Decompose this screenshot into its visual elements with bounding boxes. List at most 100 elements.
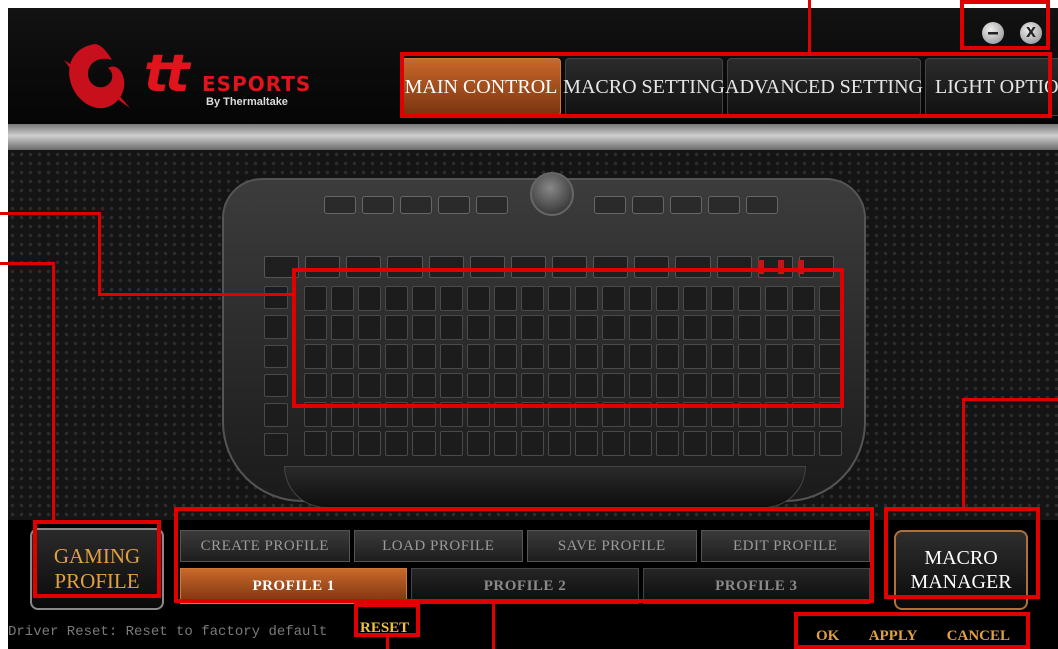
key[interactable]: [818, 373, 842, 398]
key[interactable]: [331, 402, 355, 427]
key[interactable]: [818, 286, 842, 311]
macro-key[interactable]: [400, 196, 432, 214]
key[interactable]: [547, 373, 571, 398]
key[interactable]: [510, 256, 546, 278]
key[interactable]: [764, 286, 788, 311]
key[interactable]: [304, 315, 328, 340]
key[interactable]: [629, 344, 653, 369]
key[interactable]: [683, 286, 707, 311]
key[interactable]: [358, 373, 382, 398]
key[interactable]: [412, 315, 436, 340]
key[interactable]: [737, 373, 761, 398]
key[interactable]: [412, 344, 436, 369]
key[interactable]: [520, 373, 544, 398]
media-key[interactable]: [594, 196, 626, 214]
key[interactable]: [656, 431, 680, 456]
key[interactable]: [304, 286, 328, 311]
key[interactable]: [358, 402, 382, 427]
key[interactable]: [764, 344, 788, 369]
key[interactable]: [710, 315, 734, 340]
tab-profile-3[interactable]: PROFILE 3: [642, 568, 870, 604]
key[interactable]: [331, 373, 355, 398]
key[interactable]: [629, 402, 653, 427]
key[interactable]: [675, 256, 711, 278]
key[interactable]: [629, 315, 653, 340]
key[interactable]: [304, 431, 328, 456]
key[interactable]: [683, 344, 707, 369]
ok-button[interactable]: OK: [804, 628, 851, 648]
key[interactable]: [493, 315, 517, 340]
key[interactable]: [520, 286, 544, 311]
macro-manager-button[interactable]: MACRO MANAGER: [894, 530, 1028, 610]
key[interactable]: [412, 286, 436, 311]
key[interactable]: [358, 431, 382, 456]
key[interactable]: [737, 402, 761, 427]
key[interactable]: [547, 286, 571, 311]
edit-profile-button[interactable]: EDIT PROFILE: [700, 530, 870, 562]
close-button[interactable]: X: [1020, 22, 1042, 44]
tab-main-control[interactable]: MAIN CONTROL: [401, 58, 561, 116]
key[interactable]: [602, 344, 626, 369]
key[interactable]: [764, 373, 788, 398]
key[interactable]: [716, 256, 752, 278]
tab-light-option[interactable]: LIGHT OPTION: [925, 58, 1058, 116]
key[interactable]: [358, 286, 382, 311]
key[interactable]: [791, 286, 815, 311]
key[interactable]: [439, 344, 463, 369]
key[interactable]: [656, 402, 680, 427]
key[interactable]: [551, 256, 588, 278]
key[interactable]: [764, 315, 788, 340]
key[interactable]: [466, 344, 490, 369]
tab-macro-setting[interactable]: MACRO SETTING: [563, 58, 725, 116]
key[interactable]: [683, 315, 707, 340]
key[interactable]: [412, 402, 436, 427]
key[interactable]: [602, 315, 626, 340]
create-profile-button[interactable]: CREATE PROFILE: [180, 530, 350, 562]
key[interactable]: [656, 315, 680, 340]
key[interactable]: [629, 373, 653, 398]
key[interactable]: [331, 431, 355, 456]
key[interactable]: [791, 402, 815, 427]
key[interactable]: [602, 402, 626, 427]
key[interactable]: [602, 431, 626, 456]
key[interactable]: [493, 373, 517, 398]
key[interactable]: [791, 344, 815, 369]
key[interactable]: [412, 373, 436, 398]
key[interactable]: [710, 286, 734, 311]
key[interactable]: [547, 315, 571, 340]
key[interactable]: [466, 402, 490, 427]
key[interactable]: [264, 403, 288, 427]
key[interactable]: [304, 344, 328, 369]
key[interactable]: [818, 315, 842, 340]
key[interactable]: [385, 431, 409, 456]
key[interactable]: [439, 402, 463, 427]
key[interactable]: [791, 431, 815, 456]
media-key[interactable]: [746, 196, 778, 214]
key[interactable]: [264, 256, 300, 278]
key[interactable]: [656, 286, 680, 311]
key[interactable]: [264, 344, 288, 368]
key[interactable]: [602, 373, 626, 398]
key[interactable]: [575, 373, 599, 398]
key[interactable]: [683, 402, 707, 427]
key[interactable]: [493, 431, 517, 456]
key[interactable]: [764, 402, 788, 427]
key[interactable]: [710, 344, 734, 369]
key[interactable]: [466, 373, 490, 398]
macro-key[interactable]: [362, 196, 394, 214]
key[interactable]: [520, 344, 544, 369]
key[interactable]: [439, 286, 463, 311]
tab-advanced-setting[interactable]: ADVANCED SETTING: [725, 58, 923, 116]
key[interactable]: [428, 256, 464, 278]
key[interactable]: [575, 402, 599, 427]
key[interactable]: [710, 402, 734, 427]
key[interactable]: [575, 286, 599, 311]
key[interactable]: [466, 286, 490, 311]
key[interactable]: [737, 431, 761, 456]
key[interactable]: [412, 431, 436, 456]
gaming-profile-button[interactable]: GAMING PROFILE: [30, 528, 164, 610]
key[interactable]: [575, 344, 599, 369]
key[interactable]: [304, 373, 328, 398]
key[interactable]: [358, 344, 382, 369]
key[interactable]: [710, 431, 734, 456]
